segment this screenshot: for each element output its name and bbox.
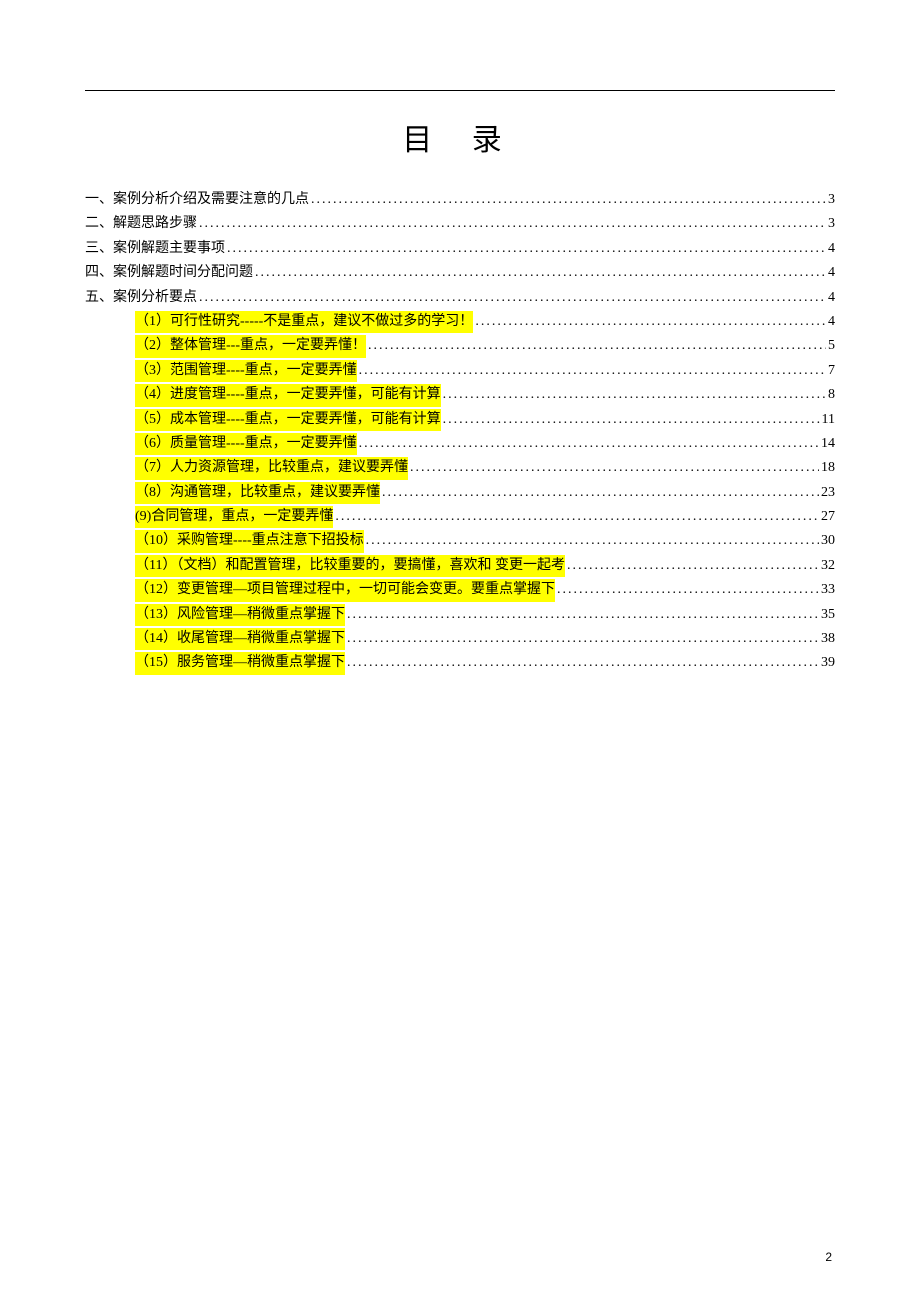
toc-entry-page: 7	[828, 360, 835, 382]
toc-entry[interactable]: （1）可行性研究-----不是重点，建议不做过多的学习！ 4	[85, 311, 835, 333]
toc-entry-page: 27	[821, 506, 835, 528]
toc-entry-label: （11）（文档）和配置管理，比较重要的，要搞懂，喜欢和 变更一起考	[135, 555, 565, 577]
toc-leader-dots	[443, 384, 826, 406]
toc-entry-label: （7）人力资源管理，比较重点，建议要弄懂	[135, 457, 408, 479]
toc-entry-label: 一、案例分析介绍及需要注意的几点	[85, 189, 309, 211]
toc-entry[interactable]: （3）范围管理----重点，一定要弄懂 7	[85, 360, 835, 382]
toc-entry[interactable]: （6）质量管理----重点，一定要弄懂 14	[85, 433, 835, 455]
toc-entry-page: 18	[821, 457, 835, 479]
toc-entry[interactable]: （12）变更管理—项目管理过程中，一切可能会变更。要重点掌握下 33	[85, 579, 835, 601]
toc-entry-label: （1）可行性研究-----不是重点，建议不做过多的学习！	[135, 311, 473, 333]
toc-entry[interactable]: （14）收尾管理—稍微重点掌握下 38	[85, 628, 835, 650]
toc-entry[interactable]: （5）成本管理----重点，一定要弄懂，可能有计算 11	[85, 409, 835, 431]
toc-entry-label: (9)合同管理，重点，一定要弄懂	[135, 506, 333, 528]
toc-leader-dots	[347, 628, 819, 650]
toc-entry-page: 4	[828, 238, 835, 260]
toc-entry[interactable]: （10）采购管理----重点注意下招投标 30	[85, 530, 835, 552]
toc-leader-dots	[255, 262, 826, 284]
toc-entry-page: 3	[828, 213, 835, 235]
toc-entry-label: 五、案例分析要点	[85, 287, 197, 309]
toc-leader-dots	[359, 433, 819, 455]
toc-leader-dots	[347, 652, 819, 674]
toc-entry-page: 11	[822, 409, 835, 431]
toc-entry[interactable]: （4）进度管理----重点，一定要弄懂，可能有计算 8	[85, 384, 835, 406]
table-of-contents: 一、案例分析介绍及需要注意的几点3二、解题思路步骤3三、案例解题主要事项4四、案…	[85, 189, 835, 675]
toc-entry[interactable]: （7）人力资源管理，比较重点，建议要弄懂 18	[85, 457, 835, 479]
toc-entry-label: （5）成本管理----重点，一定要弄懂，可能有计算	[135, 409, 441, 431]
toc-entry[interactable]: 二、解题思路步骤 3	[85, 213, 835, 235]
toc-leader-dots	[359, 360, 826, 382]
toc-leader-dots	[335, 506, 819, 528]
toc-entry-label: （4）进度管理----重点，一定要弄懂，可能有计算	[135, 384, 441, 406]
toc-entry-label: （13）风险管理—稍微重点掌握下	[135, 604, 345, 626]
toc-entry-page: 32	[821, 555, 835, 577]
toc-leader-dots	[199, 213, 826, 235]
toc-leader-dots	[347, 604, 819, 626]
toc-leader-dots	[199, 287, 826, 309]
toc-entry-label: 二、解题思路步骤	[85, 213, 197, 235]
toc-leader-dots	[567, 555, 819, 577]
toc-entry-page: 30	[821, 530, 835, 552]
toc-entry-page: 4	[828, 262, 835, 284]
toc-entry-page: 4	[828, 287, 835, 309]
toc-entry[interactable]: 五、案例分析要点 4	[85, 287, 835, 309]
toc-entry-label: （14）收尾管理—稍微重点掌握下	[135, 628, 345, 650]
toc-leader-dots	[368, 335, 826, 357]
toc-leader-dots	[475, 311, 826, 333]
toc-entry[interactable]: （2）整体管理---重点，一定要弄懂！ 5	[85, 335, 835, 357]
toc-entry[interactable]: 三、案例解题主要事项 4	[85, 238, 835, 260]
toc-entry-page: 33	[821, 579, 835, 601]
toc-leader-dots	[382, 482, 819, 504]
toc-entry-page: 3	[828, 189, 835, 211]
toc-leader-dots	[366, 530, 819, 552]
toc-entry-label: （15）服务管理—稍微重点掌握下	[135, 652, 345, 674]
toc-entry-page: 38	[821, 628, 835, 650]
toc-entry[interactable]: （15）服务管理—稍微重点掌握下 39	[85, 652, 835, 674]
toc-entry-label: （8）沟通管理，比较重点，建议要弄懂	[135, 482, 380, 504]
toc-entry[interactable]: （8）沟通管理，比较重点，建议要弄懂 23	[85, 482, 835, 504]
toc-leader-dots	[311, 189, 826, 211]
page-number: 2	[825, 1250, 832, 1264]
toc-entry[interactable]: 一、案例分析介绍及需要注意的几点 3	[85, 189, 835, 211]
toc-entry-page: 39	[821, 652, 835, 674]
toc-leader-dots	[443, 409, 820, 431]
toc-entry-label: 三、案例解题主要事项	[85, 238, 225, 260]
toc-entry-page: 23	[821, 482, 835, 504]
toc-entry[interactable]: （13）风险管理—稍微重点掌握下 35	[85, 604, 835, 626]
horizontal-rule	[85, 90, 835, 91]
toc-entry-label: 四、案例解题时间分配问题	[85, 262, 253, 284]
toc-leader-dots	[557, 579, 819, 601]
toc-entry-label: （2）整体管理---重点，一定要弄懂！	[135, 335, 366, 357]
toc-entry-label: （6）质量管理----重点，一定要弄懂	[135, 433, 357, 455]
toc-entry-label: （12）变更管理—项目管理过程中，一切可能会变更。要重点掌握下	[135, 579, 555, 601]
toc-entry[interactable]: 四、案例解题时间分配问题 4	[85, 262, 835, 284]
toc-entry-page: 8	[828, 384, 835, 406]
toc-entry-page: 5	[828, 335, 835, 357]
toc-entry[interactable]: （11）（文档）和配置管理，比较重要的，要搞懂，喜欢和 变更一起考 32	[85, 555, 835, 577]
toc-entry-label: （10）采购管理----重点注意下招投标	[135, 530, 364, 552]
toc-entry-label: （3）范围管理----重点，一定要弄懂	[135, 360, 357, 382]
toc-entry-page: 14	[821, 433, 835, 455]
toc-entry-page: 4	[828, 311, 835, 333]
toc-leader-dots	[227, 238, 826, 260]
toc-entry[interactable]: (9)合同管理，重点，一定要弄懂 27	[85, 506, 835, 528]
toc-leader-dots	[410, 457, 819, 479]
toc-entry-page: 35	[821, 604, 835, 626]
page-title: 目 录	[85, 115, 835, 159]
